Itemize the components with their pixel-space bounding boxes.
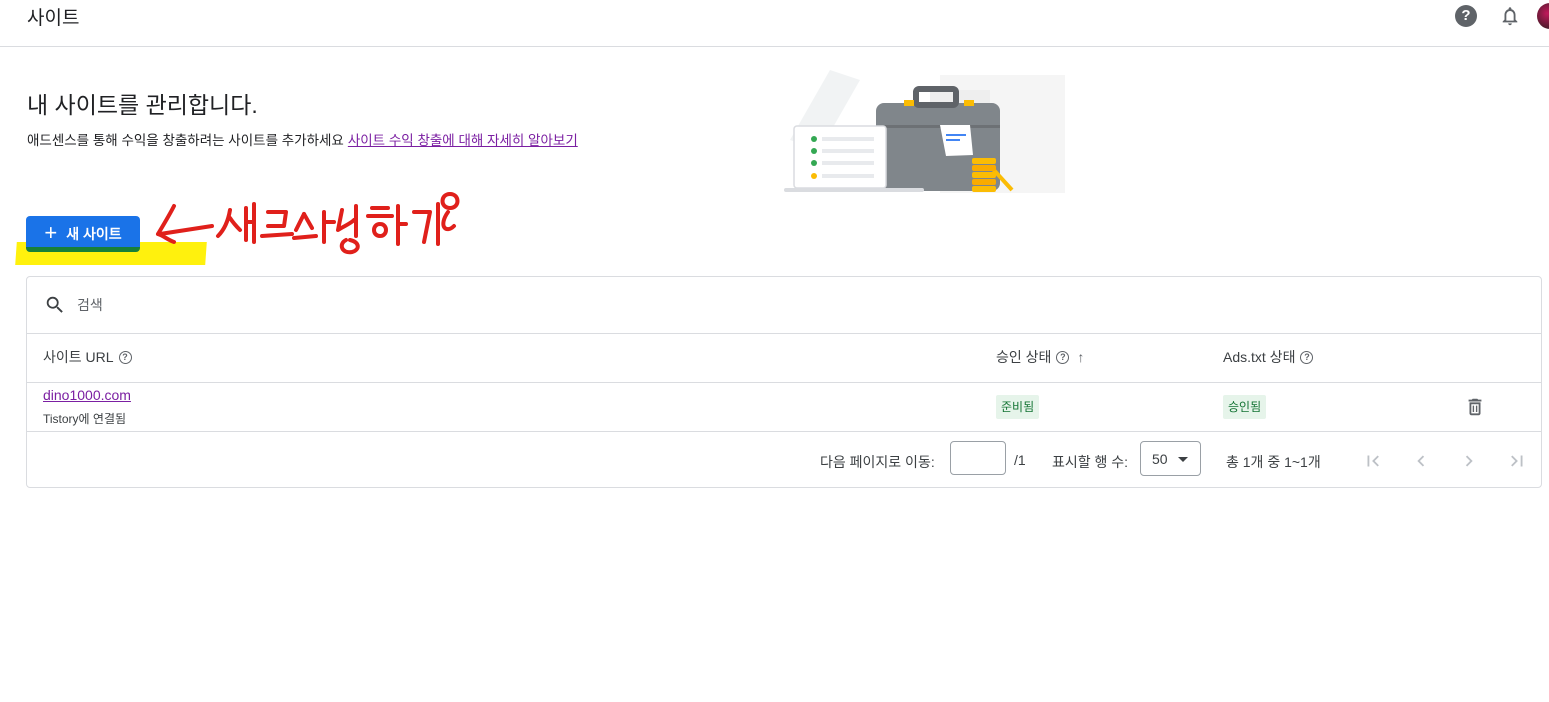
- column-header-ads-txt-status[interactable]: Ads.txt 상태 ?: [1223, 347, 1314, 367]
- caret-down-icon: [1178, 457, 1188, 462]
- top-app-bar: 사이트 ?: [0, 0, 1549, 47]
- column-header-approval-status[interactable]: 승인 상태 ? ↑: [996, 347, 1084, 367]
- help-icon[interactable]: ?: [118, 350, 132, 364]
- approval-status-badge: 준비됨: [996, 395, 1040, 419]
- learn-more-link[interactable]: 사이트 수익 창출에 대해 자세히 알아보기: [348, 133, 578, 148]
- total-pages-text: /1: [1014, 452, 1026, 468]
- table-header: 사이트 URL ? 승인 상태 ? ↑ Ads.txt 상태 ?: [27, 333, 1541, 383]
- sites-table-card: 사이트 URL ? 승인 상태 ? ↑ Ads.txt 상태 ? dino100…: [26, 276, 1542, 488]
- last-page-icon[interactable]: [1506, 450, 1528, 472]
- next-page-icon[interactable]: [1458, 450, 1480, 472]
- help-icon[interactable]: ?: [1300, 350, 1314, 364]
- section-heading: 내 사이트를 관리합니다.: [27, 92, 258, 118]
- sort-arrow-up-icon[interactable]: ↑: [1077, 349, 1084, 365]
- search-input[interactable]: [75, 292, 679, 318]
- bell-icon[interactable]: [1499, 5, 1521, 27]
- avatar[interactable]: [1537, 3, 1549, 29]
- approval-status-header-label: 승인 상태: [996, 349, 1052, 365]
- column-header-site-url[interactable]: 사이트 URL ?: [43, 347, 132, 367]
- ads-txt-status-badge: 승인됨: [1223, 395, 1267, 419]
- handwritten-annotation: [156, 192, 460, 255]
- goto-page-label: 다음 페이지로 이동:: [820, 454, 935, 470]
- new-site-label: 새 사이트: [66, 225, 122, 242]
- help-icon[interactable]: ?: [1455, 5, 1477, 27]
- briefcase-illustration: [784, 70, 1065, 193]
- pagination-bar: 다음 페이지로 이동: /1 표시할 행 수: 50 총 1개 중 1~1개: [27, 432, 1541, 488]
- previous-page-icon[interactable]: [1410, 450, 1432, 472]
- site-platform-text: Tistory에 연결됨: [43, 412, 127, 426]
- rows-per-page-value: 50: [1152, 451, 1168, 467]
- search-icon: [46, 296, 63, 313]
- description-text: 애드센스를 통해 수익을 창출하려는 사이트를 추가하세요: [27, 133, 344, 148]
- site-url-header-label: 사이트 URL: [43, 349, 114, 365]
- ads-txt-status-header-label: Ads.txt 상태: [1223, 349, 1296, 365]
- first-page-icon[interactable]: [1362, 450, 1384, 472]
- page-title: 사이트: [27, 8, 80, 29]
- new-site-button[interactable]: + 새 사이트: [26, 216, 140, 252]
- search-bar: [27, 277, 1541, 334]
- rows-per-page-select[interactable]: 50: [1140, 441, 1201, 476]
- help-icon[interactable]: ?: [1056, 350, 1070, 364]
- range-text: 총 1개 중 1~1개: [1226, 454, 1321, 470]
- site-url-link[interactable]: dino1000.com: [43, 387, 131, 403]
- rows-per-page-label: 표시할 행 수:: [1052, 454, 1129, 470]
- trash-icon[interactable]: [1464, 395, 1486, 419]
- table-row: dino1000.com Tistory에 연결됨 준비됨 승인됨: [27, 382, 1541, 432]
- plus-icon: +: [44, 219, 58, 245]
- page-number-input[interactable]: [950, 441, 1006, 475]
- section-description: 애드센스를 통해 수익을 창출하려는 사이트를 추가하세요 사이트 수익 창출에 …: [27, 129, 578, 149]
